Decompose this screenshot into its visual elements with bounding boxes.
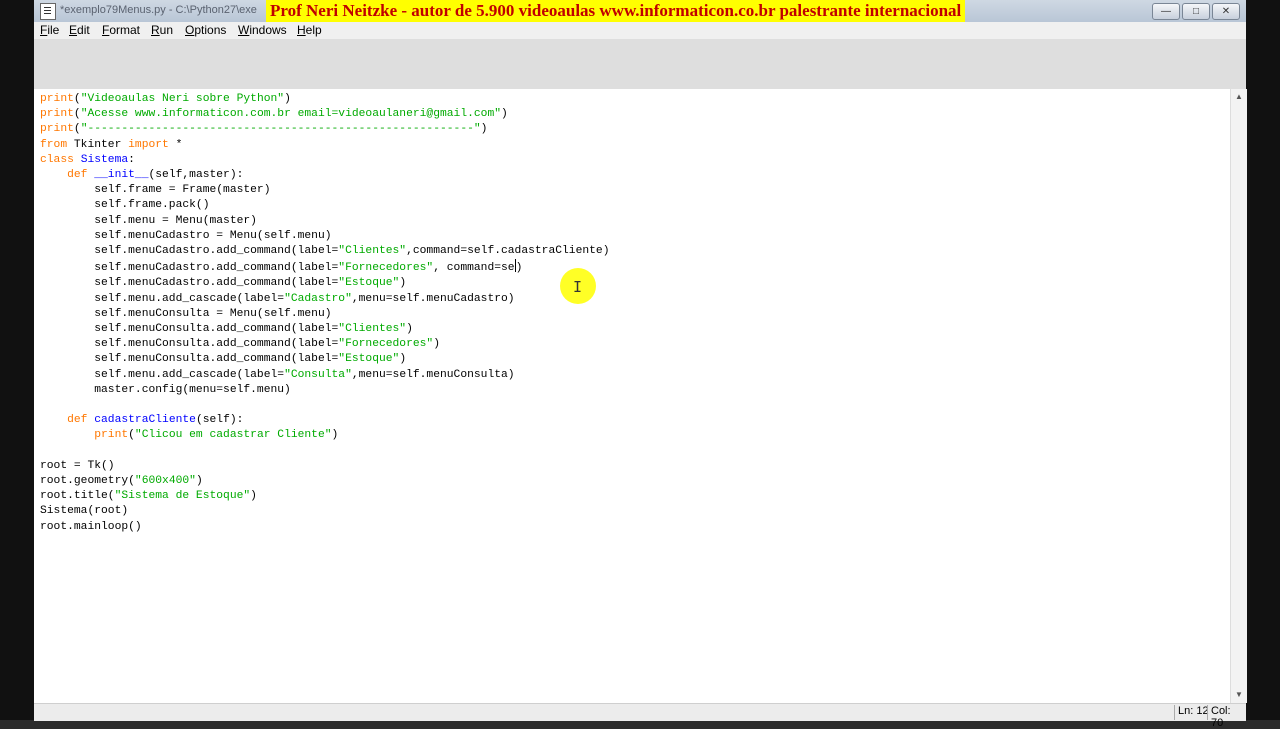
code-line: self.menuConsulta.add_command(label="Cli… (40, 323, 413, 336)
code-line: print("Videoaulas Neri sobre Python") (40, 93, 291, 105)
menu-help[interactable]: Help (297, 23, 322, 37)
blurred-toolbar-area (34, 39, 1246, 90)
menu-windows[interactable]: Windows (238, 23, 287, 37)
code-line: self.menuCadastro = Menu(self.menu) (40, 229, 332, 242)
video-right-border (1246, 0, 1280, 720)
scroll-down-arrow-icon[interactable]: ▼ (1231, 687, 1247, 703)
code-line: print("---------------------------------… (40, 123, 488, 136)
menu-edit[interactable]: Edit (69, 23, 90, 37)
vertical-scrollbar[interactable]: ▲ ▼ (1230, 89, 1247, 703)
menu-options[interactable]: Options (185, 23, 226, 37)
code-text[interactable]: print("Videoaulas Neri sobre Python") pr… (40, 92, 609, 535)
code-line: self.menuConsulta = Menu(self.menu) (40, 307, 332, 320)
code-line: self.frame = Frame(master) (40, 184, 271, 197)
close-icon: ✕ (1221, 6, 1231, 17)
column-indicator: Col: 70 (1207, 705, 1246, 729)
code-line: self.menuCadastro.add_command(label="Cli… (40, 245, 610, 258)
code-line: Sistema(root) (40, 505, 129, 518)
menu-run[interactable]: Run (151, 23, 173, 37)
code-line: self.menu.add_cascade(label="Cadastro",m… (40, 292, 515, 305)
code-line: def __init__(self,master): (67, 169, 244, 182)
code-line: self.menuConsulta.add_command(label="Est… (40, 353, 407, 366)
menu-bar: File Edit Format Run Options Windows Hel… (34, 22, 1246, 39)
code-line: print("Clicou em cadastrar Cliente") (94, 429, 339, 442)
code-line: class Sistema: (40, 153, 135, 166)
code-line: self.menuConsulta.add_command(label="For… (40, 338, 440, 351)
minimize-icon: — (1161, 6, 1171, 17)
close-button[interactable]: ✕ (1212, 3, 1240, 20)
code-line: root.title("Sistema de Estoque") (40, 490, 257, 503)
python-file-icon[interactable] (40, 3, 56, 20)
code-editor[interactable]: print("Videoaulas Neri sobre Python") pr… (34, 89, 1230, 703)
code-line: self.frame.pack() (40, 199, 210, 212)
title-bar[interactable]: *exemplo79Menus.py - C:\Python27\exe Pro… (34, 0, 1246, 22)
maximize-icon: □ (1192, 6, 1200, 17)
promo-banner: Prof Neri Neitzke - autor de 5.900 video… (266, 0, 966, 22)
code-line: root.geometry("600x400") (40, 475, 203, 488)
code-line: print("Acesse www.informaticon.com.br em… (40, 108, 508, 121)
maximize-button[interactable]: □ (1182, 3, 1210, 20)
video-left-border (0, 0, 34, 720)
minimize-button[interactable]: — (1152, 3, 1180, 20)
status-bar: Ln: 12 Col: 70 (34, 703, 1246, 729)
code-line: self.menuCadastro.add_command(label="Est… (40, 277, 407, 290)
code-line: self.menu = Menu(master) (40, 214, 257, 227)
code-line: self.menu.add_cascade(label="Consulta",m… (40, 368, 515, 381)
menu-format[interactable]: Format (102, 23, 140, 37)
code-line: def cadastraCliente(self): (67, 414, 244, 427)
menu-file[interactable]: File (40, 23, 59, 37)
text-cursor-icon: I (573, 278, 583, 296)
code-line: self.menuCadastro.add_command(label="For… (40, 259, 522, 274)
code-line: master.config(menu=self.menu) (40, 383, 291, 396)
window-title: *exemplo79Menus.py - C:\Python27\exe (60, 4, 257, 16)
scroll-up-arrow-icon[interactable]: ▲ (1231, 89, 1247, 105)
code-line: root.mainloop() (40, 520, 142, 533)
code-line: root = Tk() (40, 459, 115, 472)
line-indicator: Ln: 12 (1174, 705, 1212, 720)
code-line: from Tkinter import * (40, 138, 183, 151)
